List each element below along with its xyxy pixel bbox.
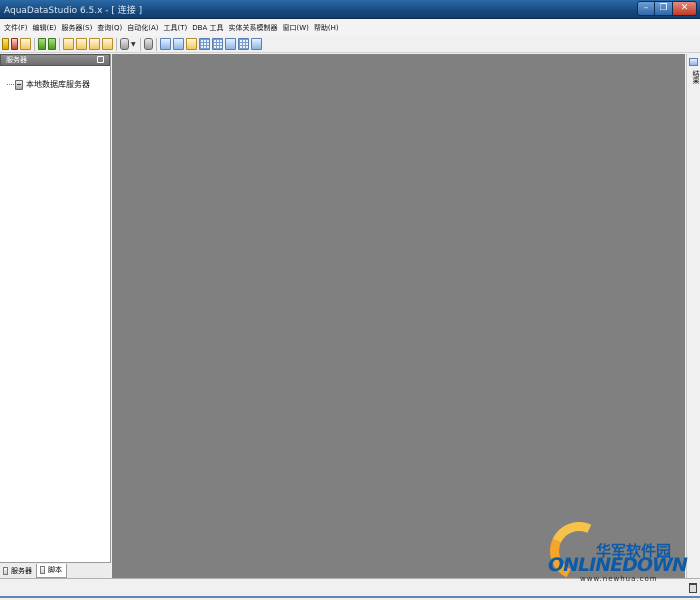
status-divider bbox=[0, 596, 700, 598]
window-controls: – ❐ ✕ bbox=[637, 1, 697, 16]
results-grid-icon[interactable] bbox=[237, 38, 249, 50]
green-key-alt-icon[interactable] bbox=[48, 38, 56, 50]
server-tab-icon bbox=[3, 566, 8, 575]
menu-window[interactable]: 窗口(W) bbox=[282, 23, 313, 33]
menu-er-modeler[interactable]: 实体关系模制器 bbox=[228, 23, 282, 33]
schema-icon[interactable] bbox=[224, 38, 236, 50]
menu-file[interactable]: 文件(F) bbox=[3, 23, 32, 33]
mdi-workspace[interactable] bbox=[112, 54, 685, 578]
minimize-button[interactable]: – bbox=[637, 1, 655, 16]
toolbar-separator bbox=[34, 37, 35, 51]
open-doc-icon[interactable] bbox=[89, 38, 100, 50]
menu-automation[interactable]: 自动化(A) bbox=[126, 23, 162, 33]
green-key-icon[interactable] bbox=[38, 38, 46, 50]
panel-tabs: 服务器 脚本 bbox=[0, 562, 111, 578]
pin-icon[interactable] bbox=[97, 56, 104, 63]
maximize-button[interactable]: ❐ bbox=[655, 1, 673, 16]
query-doc-icon[interactable] bbox=[63, 38, 74, 50]
server-icon bbox=[15, 79, 23, 90]
tree-item-label: 本地数据库服务器 bbox=[26, 80, 90, 89]
script-tab-icon bbox=[40, 566, 45, 574]
table-icon[interactable] bbox=[159, 38, 171, 50]
results-icon[interactable] bbox=[689, 58, 698, 66]
tab-label: 服务器 bbox=[11, 566, 32, 575]
script-doc-icon[interactable] bbox=[76, 38, 87, 50]
tab-label: 脚本 bbox=[48, 566, 62, 574]
tree-item-local-server[interactable]: 本地数据库服务器 bbox=[7, 79, 90, 90]
register-server-icon[interactable] bbox=[20, 38, 31, 50]
title-bar: AquaDataStudio 6.5.x - [ 连接 ] – ❐ ✕ bbox=[0, 0, 700, 19]
print-icon[interactable] bbox=[143, 38, 153, 50]
close-button[interactable]: ✕ bbox=[673, 1, 697, 16]
menu-bar: 文件(F) 编辑(E) 服务器(S) 查询(Q) 自动化(A) 工具(T) DB… bbox=[0, 19, 700, 36]
panel-header: 服务器 bbox=[0, 54, 110, 66]
server-panel: 服务器 本地数据库服务器 服务器 脚本 bbox=[0, 54, 111, 578]
save-doc-icon[interactable] bbox=[102, 38, 113, 50]
toolbar-separator bbox=[116, 37, 117, 51]
tab-scripts[interactable]: 脚本 bbox=[36, 563, 67, 578]
procedure-icon[interactable] bbox=[185, 38, 197, 50]
tab-servers[interactable]: 服务器 bbox=[0, 564, 36, 577]
window-icon[interactable] bbox=[250, 38, 262, 50]
menu-query[interactable]: 查询(Q) bbox=[96, 23, 126, 33]
menu-tools[interactable]: 工具(T) bbox=[163, 23, 192, 33]
disconnect-key-icon[interactable] bbox=[11, 38, 18, 50]
menu-server[interactable]: 服务器(S) bbox=[60, 23, 96, 33]
toolbar-separator bbox=[139, 37, 141, 51]
menu-dba-tools[interactable]: DBA 工具 bbox=[191, 23, 227, 33]
toolbar-separator bbox=[59, 37, 60, 51]
database-icon[interactable] bbox=[120, 38, 129, 50]
window-title: AquaDataStudio 6.5.x - [ 连接 ] bbox=[4, 6, 143, 16]
grid-icon[interactable] bbox=[198, 38, 210, 50]
view-icon[interactable] bbox=[172, 38, 184, 50]
right-dock: 结果 bbox=[686, 54, 700, 578]
tree-connector bbox=[7, 84, 14, 85]
toolbar: ▼ bbox=[0, 36, 700, 53]
toolbar-separator bbox=[155, 37, 157, 51]
chevron-down-icon[interactable]: ▼ bbox=[131, 41, 136, 48]
dock-label[interactable]: 结果 bbox=[690, 70, 700, 84]
menu-help[interactable]: 帮助(H) bbox=[313, 23, 343, 33]
status-bar bbox=[0, 578, 700, 600]
menu-edit[interactable]: 编辑(E) bbox=[32, 23, 61, 33]
trash-icon[interactable] bbox=[689, 583, 697, 593]
panel-title: 服务器 bbox=[6, 56, 27, 64]
connect-key-icon[interactable] bbox=[2, 38, 9, 50]
grid-alt-icon[interactable] bbox=[211, 38, 223, 50]
